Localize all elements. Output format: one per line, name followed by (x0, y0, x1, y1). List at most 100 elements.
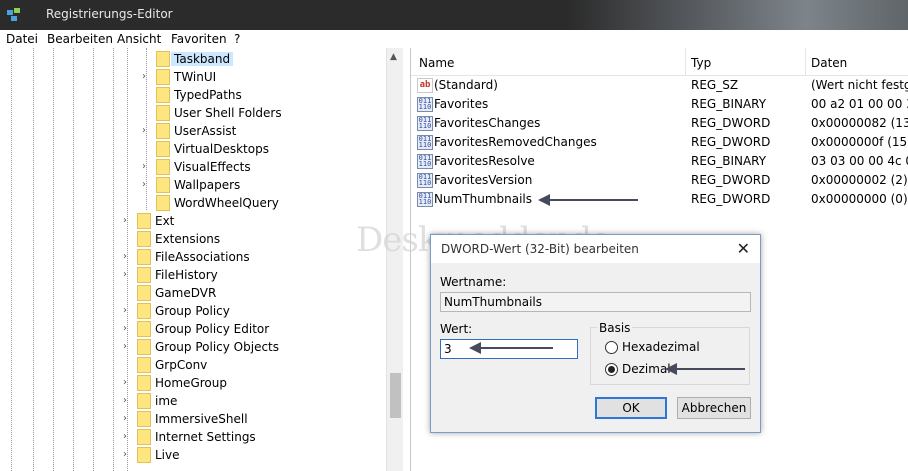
tree-item-label: VisualEffects (174, 160, 251, 174)
tree-item-label: Group Policy (155, 304, 230, 318)
list-item[interactable]: 011 110 NumThumbnails REG_DWORD 0x00000000 … (411, 190, 908, 209)
value-data: 03 03 00 00 4c 00 00 (811, 154, 908, 168)
scroll-thumb[interactable] (390, 373, 401, 418)
tree-item[interactable]: GrpConv (123, 356, 380, 374)
folder-icon (137, 393, 151, 409)
column-separator[interactable] (805, 48, 806, 76)
hex-radio[interactable] (605, 341, 618, 354)
tree-item[interactable]: WordWheelQuery (142, 194, 380, 212)
hex-radio-label[interactable]: Hexadezimal (622, 340, 700, 354)
tree-item[interactable]: › UserAssist (142, 122, 380, 140)
chevron-right-icon[interactable]: › (123, 251, 133, 263)
tree-item[interactable]: › TWinUI (142, 68, 380, 86)
background-blur (568, 0, 908, 30)
tree-item[interactable]: › Group Policy Editor (123, 320, 380, 338)
menu-bar: Datei Bearbeiten Ansicht Favoriten ? (0, 30, 908, 48)
tree-guide-line (53, 48, 54, 471)
value-name: NumThumbnails (434, 192, 532, 206)
tree-item[interactable]: User Shell Folders (142, 104, 380, 122)
tree-item[interactable]: Taskband (142, 50, 380, 68)
tree-item[interactable]: VirtualDesktops (142, 140, 380, 158)
menu-ansicht[interactable]: Ansicht (117, 32, 161, 46)
value-type: REG_DWORD (691, 135, 771, 149)
column-type[interactable]: Typ (691, 56, 711, 70)
tree-item[interactable]: › Wallpapers (142, 176, 380, 194)
folder-icon (156, 195, 170, 211)
value-name-field[interactable]: NumThumbnails (440, 292, 751, 312)
tree-item[interactable]: › FileAssociations (123, 248, 380, 266)
tree-guide-line (113, 48, 114, 471)
value-data: 0x00000082 (130) (811, 116, 908, 130)
column-separator[interactable] (685, 48, 686, 76)
tree-guide-line (11, 48, 12, 471)
tree-item-label: Wallpapers (174, 178, 241, 192)
chevron-right-icon[interactable]: › (123, 305, 133, 317)
menu-datei[interactable]: Datei (6, 32, 38, 46)
chevron-right-icon[interactable]: › (142, 161, 152, 173)
chevron-right-icon[interactable]: › (123, 341, 133, 353)
tree-item[interactable]: GameDVR (123, 284, 380, 302)
value-type: REG_BINARY (691, 97, 767, 111)
folder-icon (156, 105, 170, 121)
tree-item-label: GameDVR (155, 286, 217, 300)
tree-item[interactable]: › FileHistory (123, 266, 380, 284)
menu-bearbeiten[interactable]: Bearbeiten (47, 32, 113, 46)
tree-item[interactable]: › HomeGroup (123, 374, 380, 392)
chevron-right-icon[interactable]: › (123, 323, 133, 335)
chevron-right-icon[interactable]: › (123, 377, 133, 389)
binary-value-icon: 011 110 (417, 192, 433, 207)
cancel-button[interactable]: Abbrechen (677, 397, 751, 419)
regedit-app-icon (7, 8, 20, 21)
menu-help[interactable]: ? (234, 32, 240, 46)
chevron-right-icon[interactable]: › (123, 413, 133, 425)
chevron-right-icon[interactable]: › (123, 269, 133, 281)
list-item[interactable]: ab(Standard) REG_SZ (Wert nicht festgel (411, 76, 908, 95)
chevron-right-icon[interactable]: › (123, 215, 133, 227)
tree-item[interactable]: › VisualEffects (142, 158, 380, 176)
tree-item[interactable]: › Group Policy (123, 302, 380, 320)
tree-item-label: FileAssociations (155, 250, 250, 264)
list-item[interactable]: 011 110 Favorites REG_BINARY 00 a2 01 00 00… (411, 95, 908, 114)
annotation-arrow-icon (538, 194, 638, 206)
tree-item[interactable]: TypedPaths (142, 86, 380, 104)
folder-icon (156, 51, 170, 67)
chevron-right-icon[interactable]: › (123, 431, 133, 443)
tree-item[interactable]: Extensions (123, 230, 380, 248)
chevron-right-icon[interactable]: › (142, 71, 152, 83)
chevron-right-icon[interactable]: › (123, 395, 133, 407)
chevron-right-icon[interactable]: › (142, 179, 152, 191)
tree-item[interactable]: › Group Policy Objects (123, 338, 380, 356)
tree-item-label: Extensions (155, 232, 221, 246)
registry-tree[interactable]: Taskband › TWinUI TypedPaths User Shell Fold… (0, 48, 403, 471)
close-icon[interactable]: ✕ (737, 239, 750, 258)
folder-icon (137, 447, 151, 463)
list-item[interactable]: 011 110 FavoritesChanges REG_DWORD 0x000000… (411, 114, 908, 133)
tree-item[interactable]: › ImmersiveShell (123, 410, 380, 428)
chevron-right-icon[interactable]: › (142, 125, 152, 137)
scroll-up-icon[interactable]: ▲ (390, 52, 397, 62)
tree-item[interactable]: › ime (123, 392, 380, 410)
column-name[interactable]: Name (419, 56, 454, 70)
tree-item[interactable]: › Ext (123, 212, 380, 230)
basis-label: Basis (597, 321, 633, 335)
folder-icon (156, 141, 170, 157)
value-data: 00 a2 01 00 00 32 00 (811, 97, 908, 111)
tree-item[interactable]: › Internet Settings (123, 428, 380, 446)
value-name: Favorites (434, 97, 489, 111)
tree-item[interactable]: › Live (123, 446, 380, 464)
tree-item-label: Ext (155, 214, 175, 228)
dec-radio[interactable] (605, 363, 618, 376)
value-data-input[interactable]: 3 (440, 339, 578, 359)
value-name: FavoritesRemovedChanges (434, 135, 597, 149)
folder-icon (137, 411, 151, 427)
folder-icon (137, 375, 151, 391)
ok-button[interactable]: OK (595, 397, 667, 419)
chevron-right-icon[interactable]: › (123, 449, 133, 461)
dec-radio-label[interactable]: Dezimal (622, 362, 671, 376)
list-item[interactable]: 011 110 FavoritesRemovedChanges REG_DWORD 0… (411, 133, 908, 152)
list-item[interactable]: 011 110 FavoritesVersion REG_DWORD 0x000000… (411, 171, 908, 190)
menu-favoriten[interactable]: Favoriten (171, 32, 227, 46)
list-item[interactable]: 011 110 FavoritesResolve REG_BINARY 03 03 0… (411, 152, 908, 171)
column-data[interactable]: Daten (811, 56, 847, 70)
value-type: REG_DWORD (691, 116, 771, 130)
